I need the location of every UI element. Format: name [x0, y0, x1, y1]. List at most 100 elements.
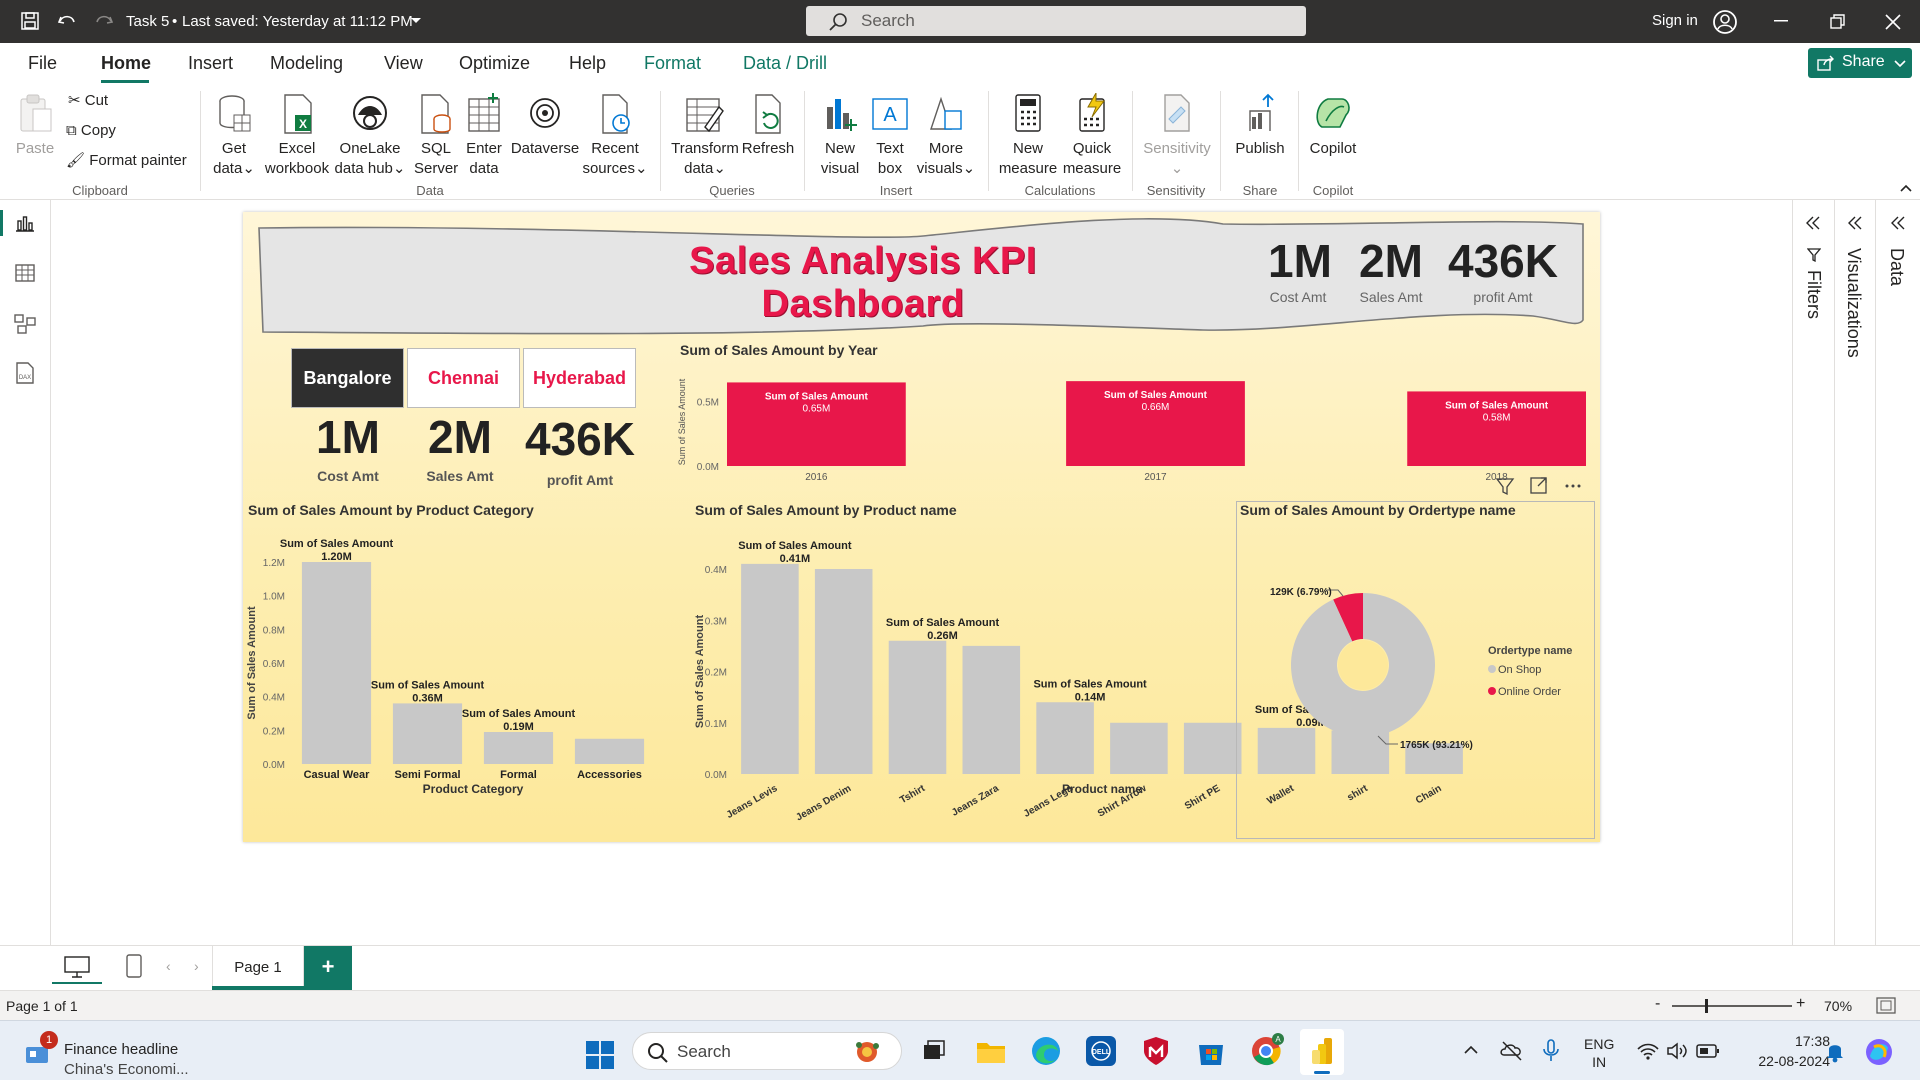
slicer-city-chennai[interactable]: Chennai: [407, 348, 520, 408]
get-data-button[interactable]: Get data⌄: [212, 93, 256, 179]
minimize-icon[interactable]: [1774, 20, 1790, 24]
volume-icon[interactable]: [1666, 1041, 1690, 1061]
desktop-layout-icon[interactable]: [64, 956, 90, 978]
share-button[interactable]: Share: [1808, 48, 1912, 78]
report-view-icon[interactable]: [15, 214, 35, 232]
wifi-icon[interactable]: [1636, 1041, 1660, 1061]
table-view-icon[interactable]: [15, 264, 35, 282]
menu-data-drill[interactable]: Data / Drill: [743, 53, 827, 74]
chevron-left-icon[interactable]: ‹: [166, 958, 171, 974]
slicer-city-hyderabad[interactable]: Hyderabad: [523, 348, 636, 408]
chevron-right-icon[interactable]: ›: [194, 958, 199, 974]
sensitivity-button[interactable]: Sensitivity ⌄: [1140, 93, 1214, 179]
refresh-button[interactable]: Refresh: [740, 93, 796, 159]
battery-icon[interactable]: [1696, 1042, 1720, 1060]
zoom-in-icon[interactable]: +: [1796, 995, 1805, 1013]
filters-pane-tab[interactable]: Filters: [1793, 200, 1834, 945]
restore-icon[interactable]: [1830, 14, 1846, 30]
dax-query-view-icon[interactable]: DAX: [14, 362, 36, 384]
model-view-icon[interactable]: [14, 314, 36, 334]
copy-button[interactable]: ⧉ Copy: [66, 121, 116, 141]
zoom-level[interactable]: 70%: [1824, 998, 1852, 1014]
copilot-button[interactable]: Copilot: [1304, 93, 1362, 159]
microsoft-store-icon[interactable]: [1195, 1035, 1227, 1067]
file-explorer-icon[interactable]: [975, 1037, 1007, 1065]
onedrive-offline-icon[interactable]: [1500, 1039, 1524, 1063]
publish-button[interactable]: Publish: [1228, 93, 1292, 159]
paste-button[interactable]: Paste: [14, 93, 56, 159]
dataverse-button[interactable]: Dataverse: [510, 93, 580, 159]
document-title[interactable]: Task 5: [126, 13, 169, 30]
more-options-icon[interactable]: [1565, 484, 1581, 488]
menu-insert[interactable]: Insert: [188, 53, 233, 74]
sign-in-link[interactable]: Sign in: [1652, 12, 1698, 29]
onelake-data-hub-button[interactable]: OneLake data hub⌄: [334, 93, 406, 179]
task-view-icon[interactable]: [920, 1037, 948, 1065]
taskbar-search[interactable]: Search: [632, 1032, 902, 1070]
menu-optimize[interactable]: Optimize: [459, 53, 530, 74]
new-measure-button[interactable]: New measure: [996, 93, 1060, 179]
news-widget[interactable]: 1 Finance headline China's Economi...: [22, 1031, 212, 1078]
save-icon[interactable]: [21, 12, 39, 30]
menu-format[interactable]: Format: [644, 53, 701, 74]
close-icon[interactable]: [1885, 14, 1901, 30]
language-indicator[interactable]: ENG IN: [1584, 1035, 1614, 1071]
menu-file[interactable]: File: [28, 53, 57, 74]
chevron-down-icon: ⌄: [713, 160, 726, 177]
text-box-button[interactable]: A Text box: [868, 93, 912, 179]
dell-app-icon[interactable]: DELL: [1085, 1035, 1117, 1067]
redo-icon[interactable]: [94, 12, 114, 30]
leader-line: [1377, 735, 1398, 745]
zoom-slider[interactable]: [1672, 1005, 1792, 1007]
ordertype-donut-chart[interactable]: 129K (6.79%) 1765K (93.21%) Ordertype name…: [1238, 522, 1593, 837]
chevron-down-icon[interactable]: [410, 17, 422, 25]
transform-data-button[interactable]: Transform data⌄: [670, 93, 740, 179]
svg-text:A: A: [883, 104, 897, 126]
collapse-ribbon-icon[interactable]: [1900, 183, 1912, 193]
category-chart-title: Sum of Sales Amount by Product Category: [248, 502, 534, 518]
data-pane-tab[interactable]: Data: [1876, 200, 1920, 945]
undo-icon[interactable]: [57, 12, 77, 30]
chrome-icon[interactable]: A: [1250, 1033, 1286, 1069]
edge-browser-icon[interactable]: [1030, 1035, 1062, 1067]
copilot-taskbar-icon[interactable]: [1864, 1037, 1894, 1067]
category-bar-chart[interactable]: Sum of Sales Amount 0.0M 0.2M 0.4M 0.6M 0.8M 1…: [243, 522, 683, 842]
format-painter-button[interactable]: 🖌 Format painter: [66, 151, 187, 171]
fit-to-page-icon[interactable]: [1876, 997, 1896, 1015]
microphone-icon[interactable]: [1542, 1038, 1560, 1064]
enter-data-button[interactable]: Enter data: [462, 93, 506, 179]
more-visuals-button[interactable]: More visuals⌄: [914, 93, 978, 179]
zoom-slider-handle[interactable]: [1705, 999, 1708, 1013]
recent-sources-button[interactable]: Recent sources⌄: [580, 93, 650, 179]
clock[interactable]: 17:38 22-08-2024: [1740, 1031, 1830, 1071]
mcafee-icon[interactable]: [1140, 1035, 1172, 1067]
year-bar-chart[interactable]: Sum of Sales Amount 0.0M 0.5M Sum of Sales …: [673, 362, 1593, 487]
notifications-bell-icon[interactable]: [1825, 1039, 1845, 1063]
slicer-city-bangalore[interactable]: Bangalore: [291, 348, 404, 408]
windows-start-icon[interactable]: [586, 1041, 614, 1069]
report-page[interactable]: Sales Analysis KPI Dashboard 1M Cost Amt…: [243, 212, 1600, 842]
cut-button[interactable]: ✂ Cut: [68, 91, 108, 111]
sql-server-button[interactable]: SQL Server: [414, 93, 458, 179]
excel-workbook-button[interactable]: X Excel workbook: [262, 93, 332, 179]
quick-measure-button[interactable]: Quick measure: [1060, 93, 1124, 179]
filter-icon[interactable]: [1495, 478, 1515, 496]
menu-view[interactable]: View: [384, 53, 423, 74]
power-bi-taskbar-item[interactable]: [1300, 1029, 1344, 1075]
menu-home[interactable]: Home: [101, 53, 151, 74]
last-saved-text[interactable]: Last saved: Yesterday at 11:12 PM: [182, 13, 413, 30]
focus-mode-icon[interactable]: [1530, 477, 1547, 494]
data-label: 0.41M: [780, 553, 811, 565]
menu-modeling[interactable]: Modeling: [270, 53, 343, 74]
tab-page-1[interactable]: Page 1: [212, 946, 304, 990]
show-hidden-icons-chevron[interactable]: [1464, 1045, 1478, 1055]
visualizations-pane-tab[interactable]: Visualizations: [1835, 200, 1875, 945]
account-icon[interactable]: [1712, 9, 1738, 35]
zoom-out-icon[interactable]: -: [1655, 995, 1660, 1013]
x-tick-label: 2017: [1144, 472, 1167, 483]
add-page-button[interactable]: +: [304, 946, 352, 990]
search-input[interactable]: Search: [806, 6, 1306, 36]
mobile-layout-icon[interactable]: [126, 954, 142, 978]
menu-help[interactable]: Help: [569, 53, 606, 74]
new-visual-button[interactable]: New visual: [812, 93, 868, 179]
